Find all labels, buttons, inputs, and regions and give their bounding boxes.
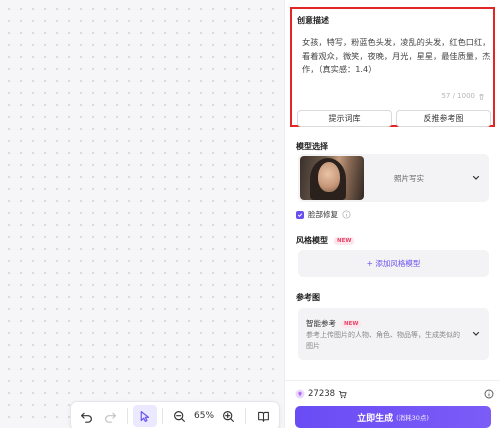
zoom-out-icon: [174, 410, 185, 422]
info-icon[interactable]: [484, 389, 494, 399]
smart-reference-header: 智能参考 NEW: [306, 318, 362, 329]
model-selector[interactable]: 照片写实: [298, 154, 489, 202]
smart-reference-label: 智能参考: [306, 319, 336, 328]
prompt-textarea[interactable]: 女孩，特写，粉蓝色头发，凌乱的头发，红色口红，看着观众，微笑，夜晚，月光，星星，…: [302, 36, 492, 77]
generate-bar: 27238 立即生成 (消耗30点): [285, 380, 500, 428]
smart-reference-card[interactable]: 智能参考 NEW 参考上传图片的人物、角色、物品等，生成类似的图片: [298, 308, 489, 360]
canvas-area[interactable]: 65%: [0, 0, 284, 428]
model-section-title: 模型选择: [296, 142, 328, 151]
chevron-down-icon[interactable]: [471, 329, 481, 339]
prompt-section: 创意描述 女孩，特写，粉蓝色头发，凌乱的头发，红色口红，看着观众，微笑，夜晚，月…: [290, 7, 495, 127]
redo-button[interactable]: [99, 405, 123, 427]
generate-cost: (消耗30点): [396, 414, 429, 422]
redo-icon: [104, 412, 116, 423]
credits-display: 27238: [295, 389, 347, 399]
trash-icon[interactable]: [478, 93, 485, 100]
smart-reference-description: 参考上传图片的人物、角色、物品等，生成类似的图片: [306, 331, 460, 350]
zoom-in-icon: [223, 410, 235, 422]
chevron-down-icon: [472, 175, 480, 180]
check-icon: [297, 212, 303, 217]
pointer-icon: [141, 410, 150, 422]
style-model-title-text: 风格模型: [296, 236, 328, 245]
guide-button[interactable]: [251, 405, 275, 427]
add-style-model-button[interactable]: + 添加风格模型: [298, 250, 489, 277]
prompt-library-button[interactable]: 提示词库: [297, 110, 392, 127]
credit-gem-icon: [295, 389, 305, 399]
settings-panel: 创意描述 女孩，特写，粉蓝色头发，凌乱的头发，红色口红，看着观众，微笑，夜晚，月…: [284, 0, 500, 428]
undo-button[interactable]: [75, 405, 99, 427]
generate-button[interactable]: 立即生成 (消耗30点): [295, 406, 491, 428]
zoom-level[interactable]: 65%: [191, 411, 217, 421]
model-name: 照片写实: [394, 173, 424, 183]
zoom-out-button[interactable]: [168, 405, 192, 427]
credits-count: 27238: [308, 389, 336, 399]
book-icon: [257, 411, 269, 422]
prompt-title: 创意描述: [297, 16, 329, 25]
style-model-title: 风格模型 NEW: [296, 235, 355, 246]
face-repair-label: 脸部修复: [308, 210, 338, 219]
cart-icon[interactable]: [338, 390, 347, 399]
char-count-text: 57 / 1000: [441, 92, 475, 100]
reference-section-title: 参考图: [296, 293, 320, 302]
toolbar-divider: [127, 408, 129, 424]
char-count: 57 / 1000: [441, 92, 485, 100]
select-tool-button[interactable]: [133, 405, 157, 427]
toolbar-divider: [245, 408, 247, 424]
info-icon[interactable]: [342, 210, 351, 219]
thumbnail-face: [318, 162, 340, 192]
face-repair-checkbox[interactable]: [296, 210, 304, 219]
zoom-in-button[interactable]: [217, 405, 241, 427]
toolbar-divider: [161, 408, 163, 424]
model-thumbnail: [300, 156, 364, 200]
new-badge: NEW: [341, 319, 362, 328]
face-repair-option[interactable]: 脸部修复: [296, 209, 351, 220]
generate-label: 立即生成: [357, 413, 394, 424]
new-badge: NEW: [334, 236, 355, 245]
canvas-toolbar: 65%: [70, 401, 280, 428]
undo-icon: [81, 412, 93, 423]
reverse-image-button[interactable]: 反推参考图: [396, 110, 491, 127]
